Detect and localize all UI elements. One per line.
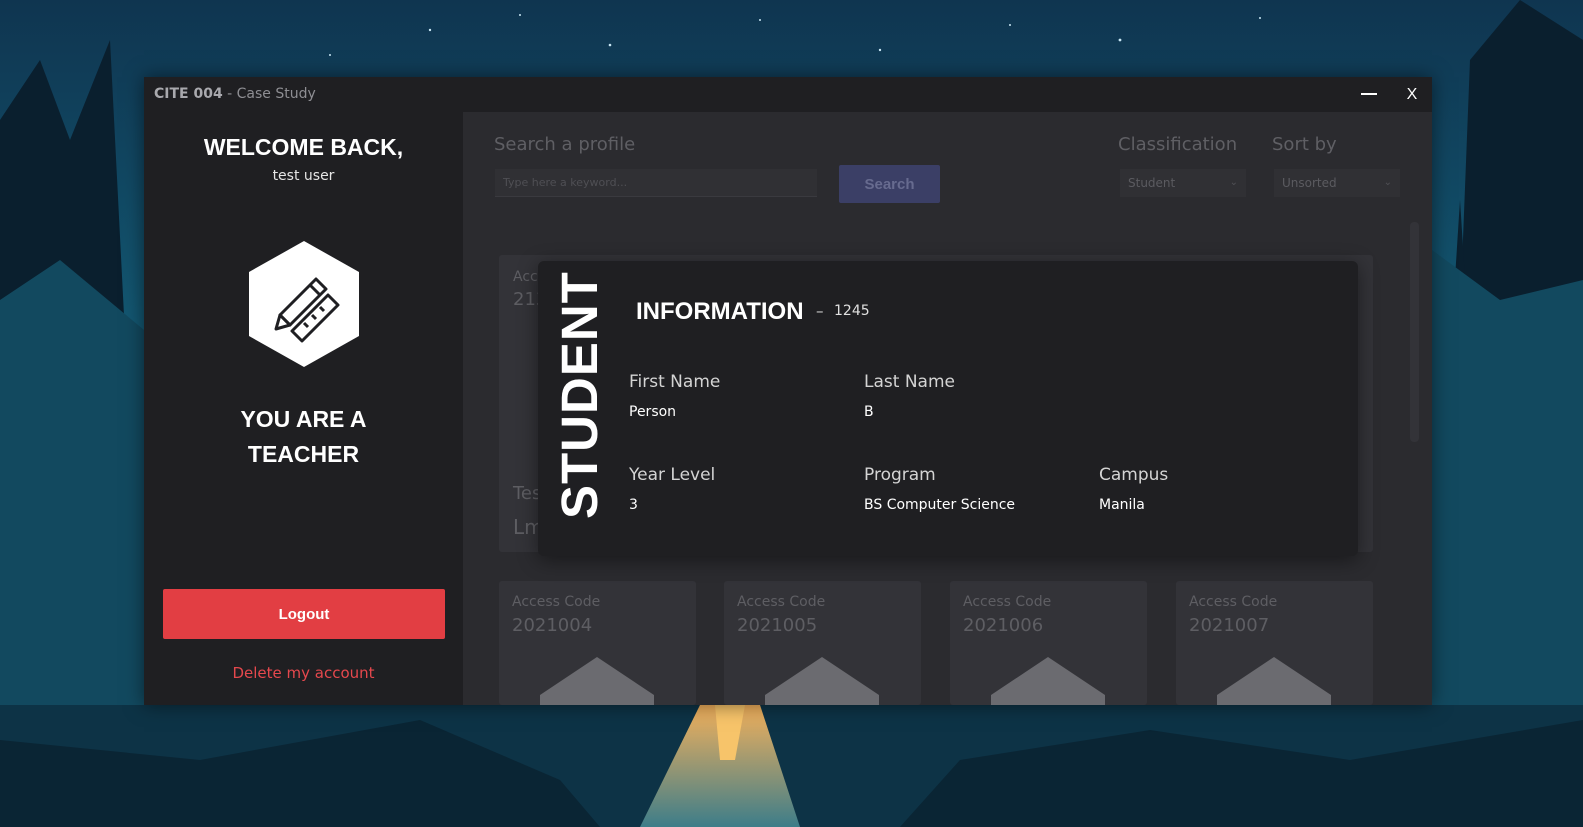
last-name-label: Last Name	[864, 372, 955, 392]
access-code-value: 2021005	[737, 615, 818, 636]
search-button[interactable]: Search	[839, 165, 940, 203]
role-label: YOU ARE A TEACHER	[144, 402, 463, 472]
card-placeholder-icon	[991, 657, 1105, 705]
sort-label: Sort by	[1272, 134, 1337, 155]
username-label: test user	[272, 168, 335, 184]
info-id: 1245	[834, 303, 870, 319]
sort-value: Unsorted	[1282, 176, 1337, 190]
app-name: CITE 004	[154, 86, 223, 102]
student-info-card: STUDENT INFORMATION – 1245 First Name Pe…	[538, 261, 1358, 556]
campus-label: Campus	[1099, 465, 1169, 485]
window-title: CITE 004 - Case Study	[154, 86, 316, 102]
access-code-label: Access Code	[1189, 594, 1278, 610]
title-bar[interactable]: CITE 004 - Case Study X	[144, 77, 1432, 112]
role-line-2: TEACHER	[247, 441, 360, 467]
scrollbar[interactable]	[1410, 222, 1419, 442]
campus-value: Manila	[1099, 497, 1145, 513]
role-line-1: YOU ARE A	[240, 406, 367, 432]
profile-card[interactable]: Access Code 2021007	[1176, 581, 1373, 705]
close-button[interactable]: X	[1392, 77, 1432, 112]
classification-label: Classification	[1118, 134, 1238, 155]
delete-account-link[interactable]: Delete my account	[144, 664, 463, 682]
minimize-icon	[1361, 93, 1377, 95]
logout-button[interactable]: Logout	[163, 589, 445, 639]
welcome-heading: WELCOME BACK,	[203, 134, 404, 160]
sort-select[interactable]: Unsorted ⌄	[1274, 169, 1400, 197]
profile-card[interactable]: Access Code 2021006	[950, 581, 1147, 705]
first-name-value: Person	[629, 404, 677, 420]
chevron-down-icon: ⌄	[1383, 177, 1392, 188]
chevron-down-icon: ⌄	[1229, 177, 1238, 188]
pencil-ruler-icon	[249, 241, 359, 367]
card-placeholder-icon	[765, 657, 879, 705]
access-code-label: Access Code	[963, 594, 1052, 610]
card-placeholder-icon	[1217, 657, 1331, 705]
program-label: Program	[864, 465, 936, 485]
access-code-label: Access Code	[737, 594, 826, 610]
app-subtitle: - Case Study	[227, 86, 316, 102]
search-label: Search a profile	[494, 134, 636, 155]
year-level-value: 3	[629, 497, 638, 513]
sidebar: WELCOME BACK, test user YOU ARE A TEACHE…	[144, 112, 463, 705]
access-code-value: 2021004	[512, 615, 593, 636]
last-name-value: B	[864, 404, 874, 420]
info-title: INFORMATION	[636, 298, 804, 325]
classification-select[interactable]: Student ⌄	[1120, 169, 1246, 197]
program-value: BS Computer Science	[864, 497, 1016, 513]
year-level-label: Year Level	[629, 465, 716, 485]
card-placeholder-icon	[540, 657, 654, 705]
access-code-value: 2021007	[1189, 615, 1270, 636]
profile-card[interactable]: Access Code 2021004	[499, 581, 696, 705]
profile-card[interactable]: Access Code 2021005	[724, 581, 921, 705]
access-code-value: 2021006	[963, 615, 1044, 636]
minimize-button[interactable]	[1349, 77, 1389, 112]
search-input[interactable]	[495, 169, 817, 197]
classification-value: Student	[1128, 176, 1176, 190]
student-vertical-label: STUDENT	[551, 271, 608, 519]
info-separator: –	[816, 302, 824, 320]
access-code-label: Access Code	[512, 594, 601, 610]
first-name-label: First Name	[629, 372, 721, 392]
